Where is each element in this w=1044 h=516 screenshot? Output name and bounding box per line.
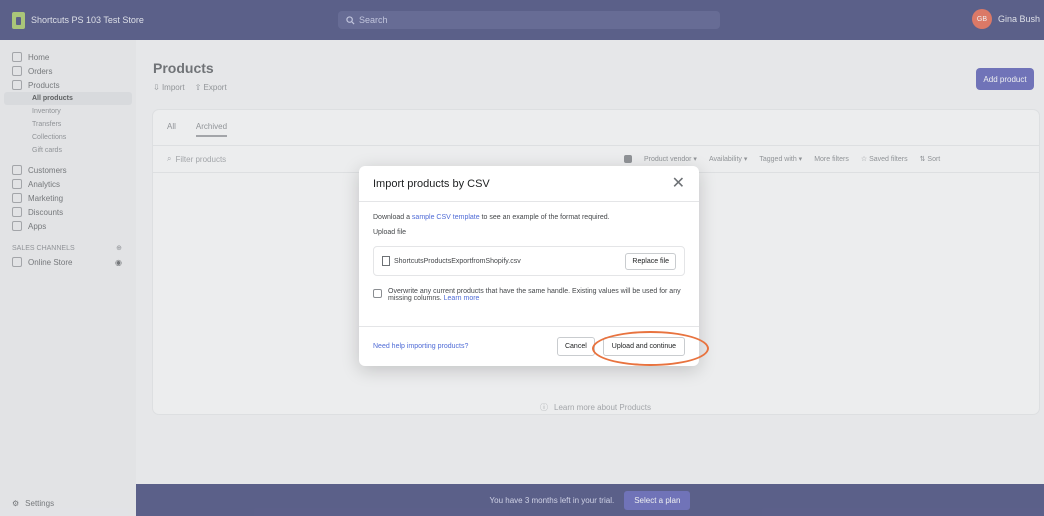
overwrite-label: Overwrite any current products that have… [388,288,681,302]
overwrite-checkbox[interactable] [373,289,382,298]
modal-title: Import products by CSV [373,177,490,190]
uploaded-file-row: ShortcutsProductsExportfromShopify.csv R… [373,246,685,276]
overwrite-option: Overwrite any current products that have… [373,288,685,302]
file-name: ShortcutsProductsExportfromShopify.csv [394,257,521,265]
learn-more-link[interactable]: Learn more [444,295,480,302]
help-importing-link[interactable]: Need help importing products? [373,343,468,350]
cancel-button[interactable]: Cancel [556,337,595,356]
modal-body: Download a sample CSV template to see an… [359,202,699,302]
file-icon [382,256,390,266]
sample-csv-link[interactable]: sample CSV template [412,214,480,221]
highlight-annotation [592,331,709,366]
replace-file-button[interactable]: Replace file [625,252,676,270]
sample-template-text: Download a sample CSV template to see an… [373,214,610,221]
upload-file-label: Upload file [373,229,407,236]
modal-header: Import products by CSV ✕ [359,166,699,202]
close-icon[interactable]: ✕ [672,175,685,192]
